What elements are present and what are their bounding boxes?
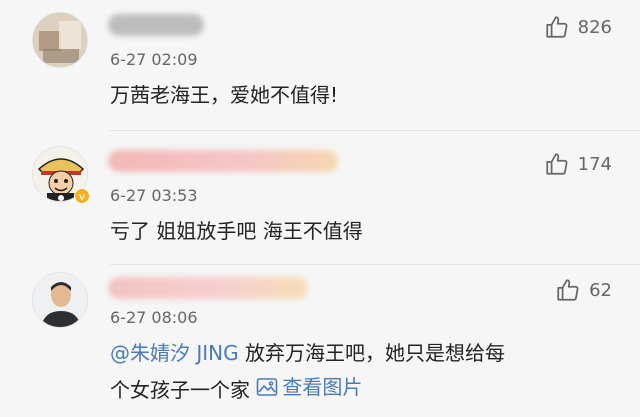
like-button[interactable]: 62 xyxy=(555,277,612,303)
comment-time: 6-27 08:06 xyxy=(110,308,198,327)
comment-text: @朱婧汐 JING 放弃万海王吧，她只是想给每 个女孩子一个家 查看图片 xyxy=(110,336,610,407)
username-blurred[interactable] xyxy=(108,14,204,36)
thumbs-up-icon xyxy=(546,16,568,38)
username-blurred[interactable] xyxy=(108,277,308,299)
comment-text-line2: 个女孩子一个家 xyxy=(110,378,250,402)
like-count: 826 xyxy=(577,16,612,38)
like-count: 174 xyxy=(577,153,612,175)
image-icon xyxy=(257,378,278,396)
comment-time: 6-27 02:09 xyxy=(110,50,198,69)
comment-time: 6-27 03:53 xyxy=(110,186,198,205)
divider xyxy=(110,264,640,265)
like-button[interactable]: 174 xyxy=(544,151,612,177)
verified-badge-icon: v xyxy=(74,188,90,204)
username-blurred[interactable] xyxy=(108,150,338,172)
comment-text: 亏了 姐姐放手吧 海王不值得 xyxy=(110,219,363,243)
like-button[interactable]: 826 xyxy=(544,14,612,40)
user-mention-link[interactable]: @朱婧汐 JING xyxy=(110,341,239,365)
like-count: 62 xyxy=(589,279,612,301)
user-avatar[interactable] xyxy=(32,272,88,328)
divider xyxy=(110,130,640,131)
view-image-link[interactable]: 查看图片 xyxy=(256,370,362,404)
thumbs-up-icon xyxy=(557,279,579,301)
user-avatar[interactable] xyxy=(32,12,88,68)
thumbs-up-icon xyxy=(546,153,568,175)
comment-text-line1: 放弃万海王吧，她只是想给每 xyxy=(238,341,505,365)
comment-text: 万茜老海王，爱她不值得! xyxy=(110,83,339,107)
view-image-label: 查看图片 xyxy=(282,375,363,399)
